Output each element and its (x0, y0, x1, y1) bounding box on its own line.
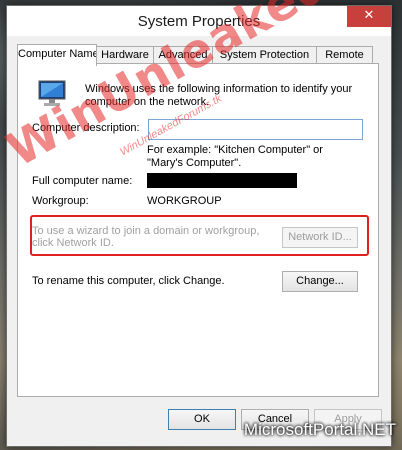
domain-instruction-text: To use a wizard to join a domain or work… (32, 225, 260, 249)
rename-instruction-text: To rename this computer, click Change. (32, 275, 225, 287)
close-button[interactable]: ✕ (347, 6, 391, 27)
full-computer-name-label: Full computer name: (32, 175, 133, 187)
workgroup-value: WORKGROUP (147, 195, 222, 207)
change-button[interactable]: Change... (282, 271, 358, 292)
network-id-button[interactable]: Network ID... (282, 227, 358, 248)
ok-button[interactable]: OK (168, 409, 236, 430)
tab-computer-name[interactable]: Computer Name (17, 44, 97, 66)
workgroup-label: Workgroup: (32, 195, 89, 207)
full-computer-name-redacted (147, 173, 297, 188)
site-badge: MicrosoftPortal.NET (243, 420, 396, 439)
example-text: For example: "Kitchen Computer" or "Mary… (147, 144, 323, 169)
